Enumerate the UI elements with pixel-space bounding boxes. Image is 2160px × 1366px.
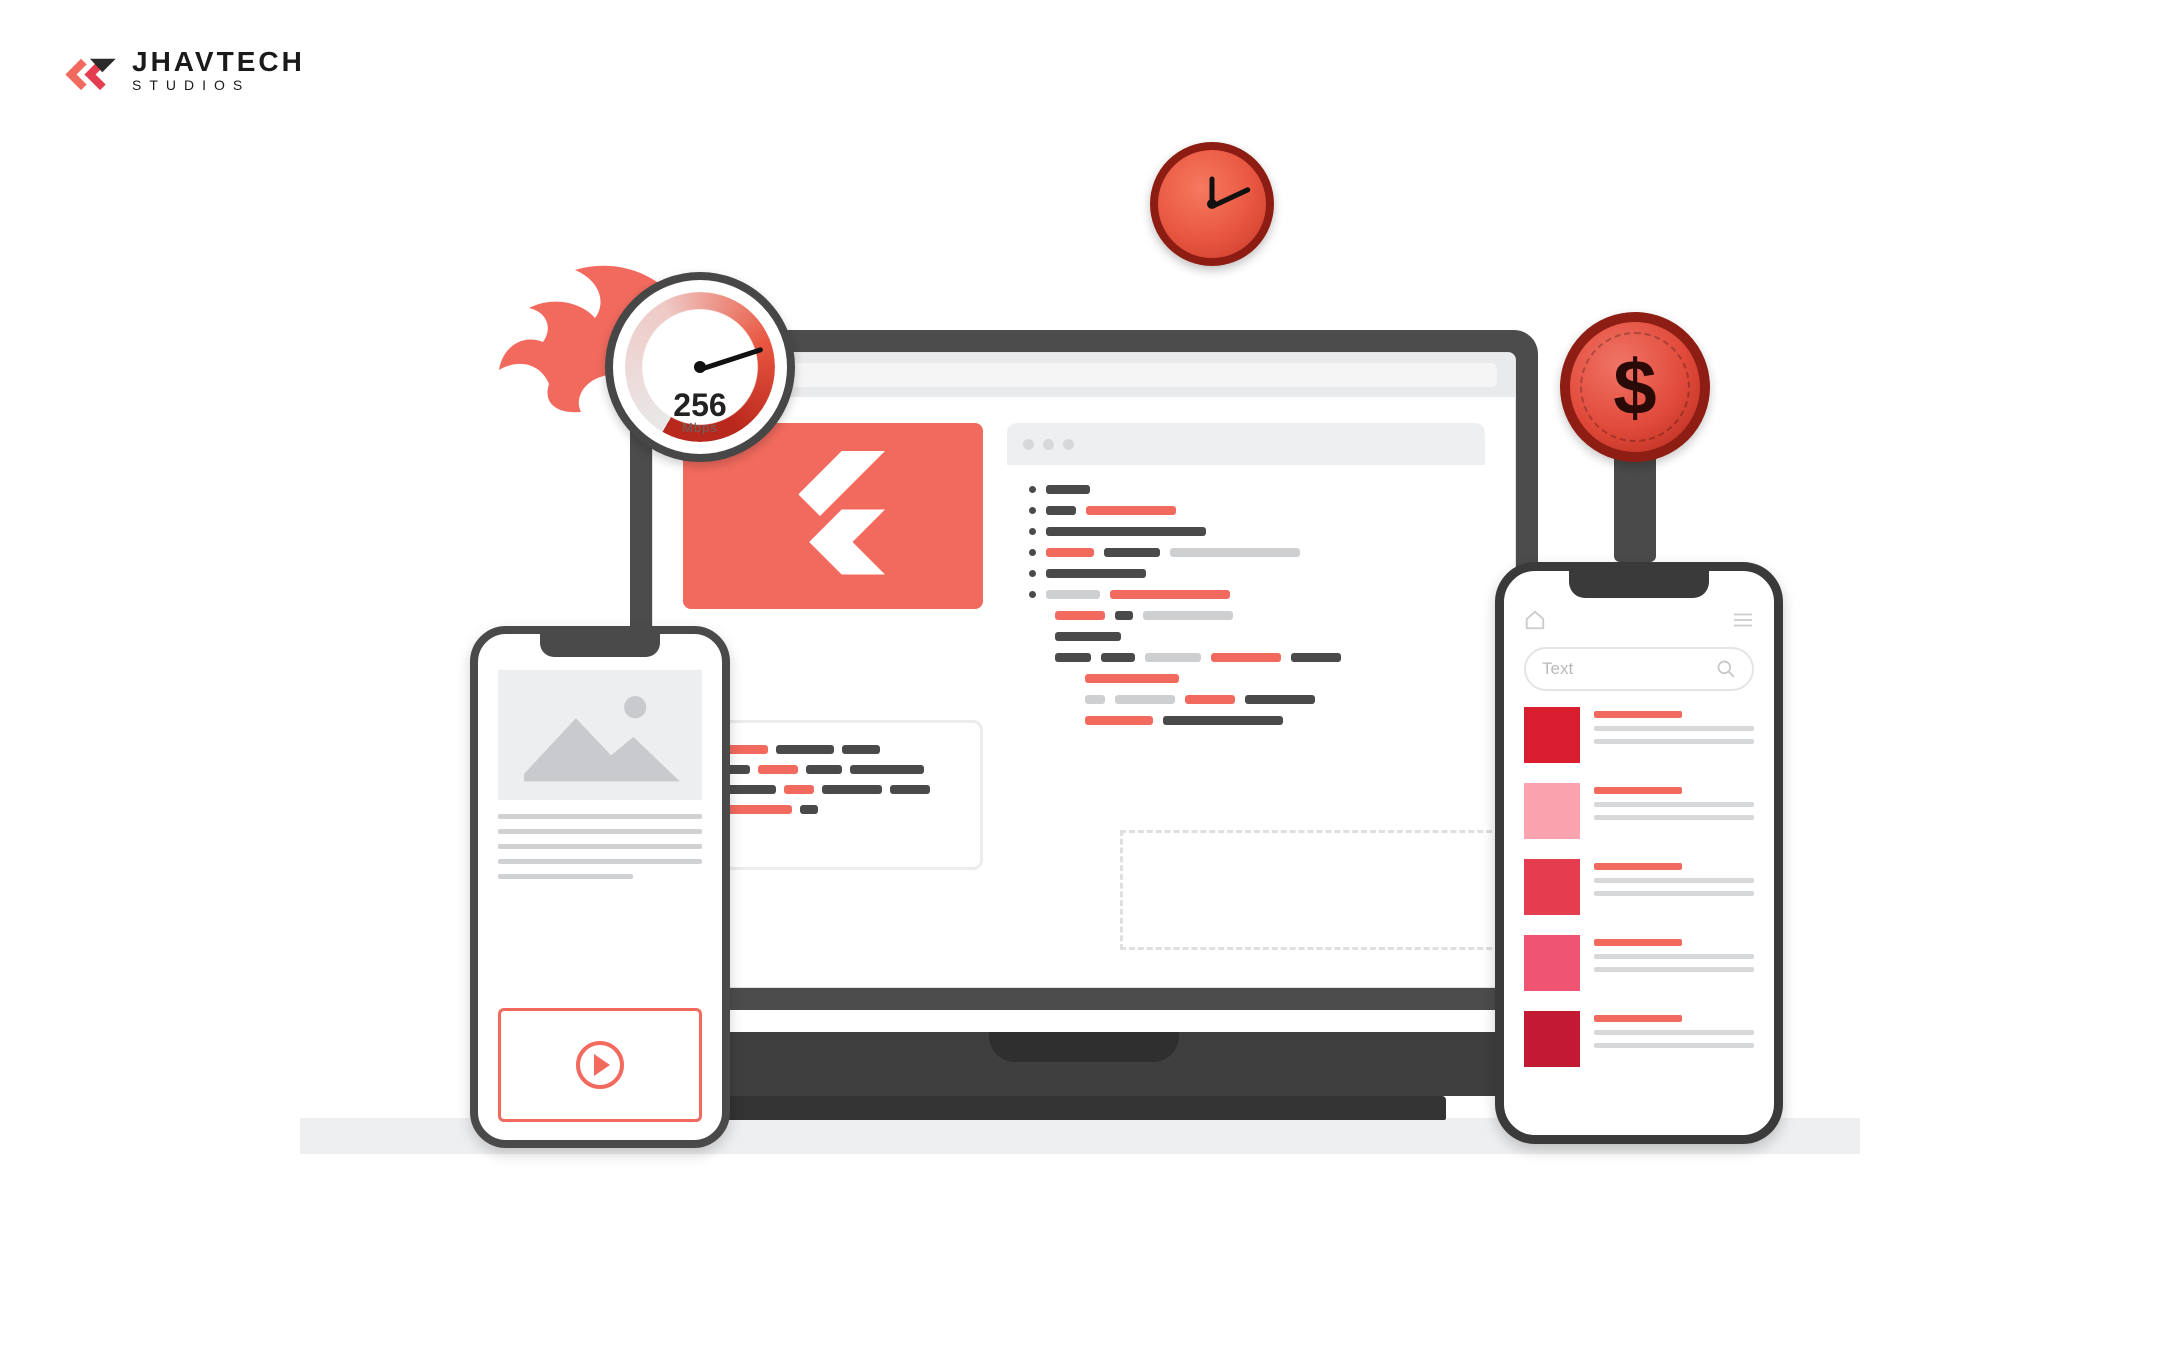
list-item [1524, 707, 1754, 763]
color-swatch [1524, 935, 1580, 991]
phone-notch [1569, 570, 1709, 598]
home-icon [1524, 609, 1546, 631]
picture-icon [498, 670, 702, 800]
color-swatch [1524, 783, 1580, 839]
gauge-dial: 256 Mbps [605, 272, 795, 462]
gauge-unit: Mbps [613, 421, 787, 434]
list-item [1524, 1011, 1754, 1067]
logo-mark-icon [62, 42, 118, 98]
dashed-box-placeholder [1120, 830, 1510, 950]
play-icon [576, 1041, 624, 1089]
dollar-symbol: $ [1613, 342, 1656, 433]
laptop-foot [722, 1096, 1446, 1120]
search-field: Text [1524, 647, 1754, 691]
laptop-hinge-notch [989, 1032, 1179, 1062]
brand-subtitle: STUDIOS [132, 78, 305, 92]
video-placeholder [498, 1008, 702, 1122]
phone-top-bar [1524, 609, 1754, 631]
clock-icon [1150, 142, 1274, 266]
search-icon [1716, 659, 1736, 679]
dollar-coin-icon: $ [1560, 312, 1710, 462]
url-bar [747, 363, 1497, 387]
brand-logo: JHAVTECH STUDIOS [62, 42, 305, 98]
speed-gauge: 256 Mbps [495, 246, 805, 476]
phone-left [470, 626, 730, 1148]
list-item [1524, 783, 1754, 839]
color-swatch [1524, 859, 1580, 915]
list-item [1524, 859, 1754, 915]
phone-right: Text [1495, 562, 1783, 1144]
brand-name: JHAVTECH [132, 48, 305, 76]
code-titlebar [1007, 423, 1485, 465]
list-item [1524, 935, 1754, 991]
phone-notch [540, 633, 660, 657]
list [1524, 707, 1754, 1067]
color-swatch [1524, 707, 1580, 763]
search-placeholder: Text [1542, 659, 1573, 679]
color-swatch [1524, 1011, 1580, 1067]
image-placeholder [498, 670, 702, 800]
text-lines [498, 814, 702, 879]
gauge-value: 256 [613, 389, 787, 421]
hamburger-icon [1732, 609, 1754, 631]
coin-connector [1614, 454, 1656, 562]
